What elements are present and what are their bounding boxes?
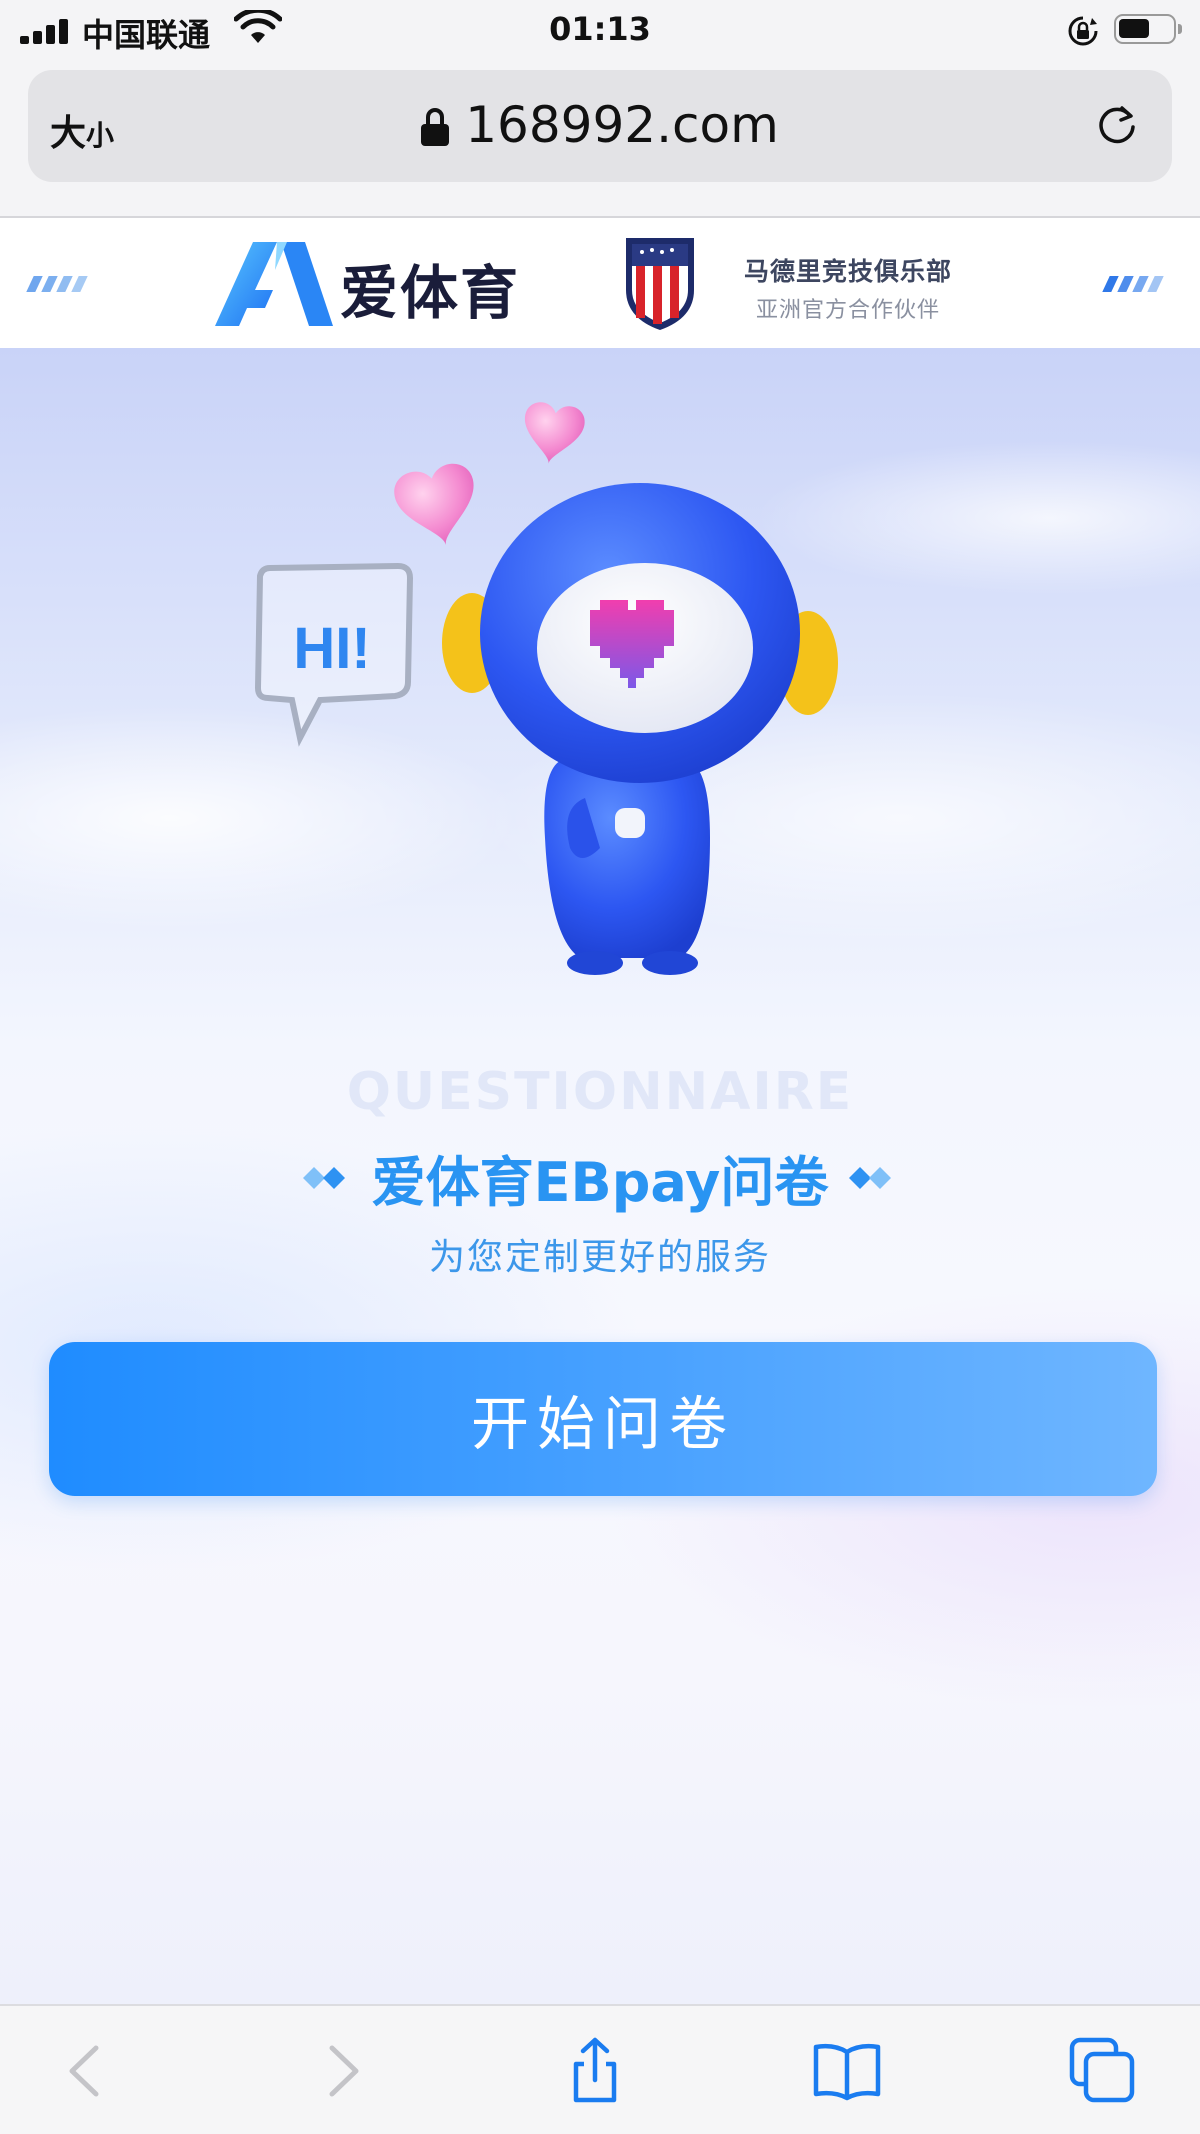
start-button-label: 开始问卷 (470, 1390, 735, 1458)
watermark-text: QUESTIONNAIRE (346, 1062, 854, 1122)
club-subtitle: 亚洲官方合作伙伴 (756, 298, 941, 323)
bubble-text: HI! (293, 616, 370, 681)
title-row: 爱体育EBpay问卷 (0, 1138, 1200, 1217)
browser-toolbar (0, 2004, 1200, 2134)
mascot-illustration: HI! (254, 402, 838, 975)
site-header: 爱体育 马德里竞技俱乐部 亚洲官方合作伙伴 (0, 218, 1200, 348)
start-questionnaire-button[interactable]: 开始问卷 (49, 1342, 1157, 1496)
brand-name: 爱体育 (340, 259, 521, 327)
decorative-stripes-left (26, 276, 90, 296)
address-bar[interactable]: 大小 168992.com (28, 70, 1172, 182)
decorative-stripes-right (1102, 276, 1166, 296)
url-text: 168992.com (465, 96, 779, 154)
battery-icon (1114, 14, 1182, 44)
page-subtitle: 为您定制更好的服务 (428, 1237, 771, 1278)
back-icon[interactable] (50, 2036, 120, 2106)
url-field[interactable]: 168992.com (28, 96, 1172, 154)
diamond-deco-icon (849, 1166, 892, 1189)
forward-icon[interactable] (308, 2036, 378, 2106)
share-icon[interactable] (560, 2036, 630, 2106)
rotation-lock-icon (1068, 16, 1098, 46)
hero-section: HI! QUESTIONNAIRE 爱体育EBpay问卷 为您定制更好的服务 开… (0, 348, 1200, 2004)
tabs-icon[interactable] (1068, 2036, 1138, 2106)
club-crest-icon (626, 238, 694, 330)
reload-icon[interactable] (1092, 100, 1142, 150)
diamond-deco-icon (302, 1166, 345, 1189)
bookmarks-icon[interactable] (812, 2036, 882, 2106)
brand-logo-icon (215, 242, 333, 326)
status-bar: 中国联通 01:13 (0, 0, 1200, 62)
clock: 01:13 (549, 10, 651, 48)
page-title: 爱体育EBpay问卷 (371, 1151, 829, 1214)
club-name: 马德里竞技俱乐部 (744, 257, 953, 286)
lock-icon (421, 108, 450, 146)
